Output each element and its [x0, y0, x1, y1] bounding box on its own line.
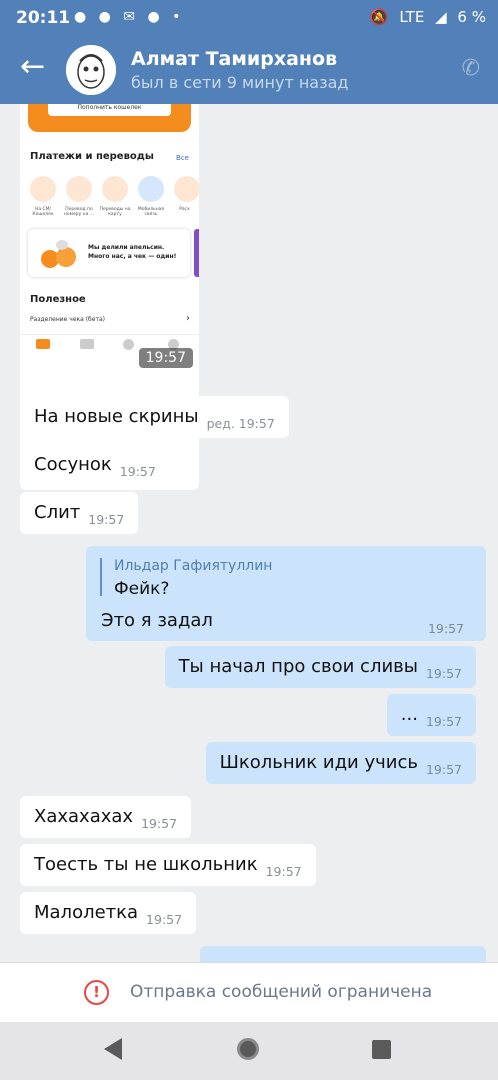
send-restricted-bar: ! Отправка сообщений ограничена — [0, 962, 498, 1022]
message-incoming[interactable]: Тоесть ты не школьник 19:57 — [20, 844, 316, 886]
home-tab-icon — [36, 339, 50, 349]
see-all-link: Все — [176, 154, 189, 162]
message-list[interactable]: Пополнить кошелек Платежи и переводы Все… — [0, 104, 498, 962]
message-incoming[interactable]: Сосунок 19:57 — [20, 444, 170, 486]
message-incoming[interactable]: Малолетка 19:57 — [20, 892, 197, 934]
message-text: Ты начал про свои сливы — [178, 656, 418, 677]
wallet-icon — [30, 176, 56, 202]
message-text: Это я задал — [101, 610, 213, 631]
message-time: 19:57 — [427, 621, 464, 636]
message-outgoing[interactable]: Ты начал про свои сливы 19:57 — [164, 646, 476, 688]
nav-home-icon[interactable] — [237, 1038, 259, 1060]
message-time: 19:57 — [141, 816, 178, 831]
useful-row-label: Разделение чека (бета) — [30, 316, 105, 323]
back-arrow-icon[interactable]: ← — [20, 52, 45, 82]
item-label: На СМ/ Кошелек — [32, 207, 54, 217]
chat-header: ← Алмат Тамирханов ⌄ был в сети 9 минут … — [0, 36, 498, 104]
message-incoming[interactable]: Слит 19:57 — [20, 492, 139, 534]
warning-icon: ! — [84, 980, 109, 1005]
network-label: LTE — [399, 8, 425, 26]
last-seen: был в сети 9 минут назад — [131, 73, 349, 92]
message-time: ред. 19:57 — [206, 416, 275, 431]
promo-banner: Мы делили апельсин. Много нас, а чек — о… — [28, 229, 190, 277]
useful-row: Разделение чека (бета) › — [30, 313, 190, 324]
mobile-icon — [138, 176, 164, 202]
oranges-icon — [41, 240, 76, 268]
message-time: 19:57 — [265, 864, 302, 879]
topup-button: Пополнить кошелек — [48, 104, 171, 116]
meme-face-icon — [66, 45, 116, 95]
message-text: Малолетка — [34, 902, 139, 923]
payments-heading: Платежи и переводы — [30, 151, 154, 162]
message-time: 19:57 — [425, 762, 462, 777]
mute-icon: 🔕 — [369, 8, 389, 26]
item-label: Переводы на карту — [99, 207, 131, 217]
nav-recents-icon[interactable] — [372, 1040, 391, 1059]
status-time: 20:11 — [16, 8, 71, 28]
chevron-down-icon[interactable]: ⌄ — [312, 50, 325, 68]
message-time: 19:57 — [88, 512, 125, 527]
history-tab-icon — [123, 339, 134, 350]
message-incoming[interactable]: На новые скрины ред. 19:57 — [20, 396, 289, 438]
signal-icon: ◢ — [435, 8, 447, 26]
message-outgoing[interactable]: Школьник иди учись 19:57 — [205, 742, 476, 784]
quote-author: Ильдар Гафиятуллин — [114, 558, 273, 574]
message-text: Сосунок — [34, 454, 112, 475]
chevron-right-icon: › — [186, 313, 190, 324]
message-outgoing[interactable]: ... 19:57 — [386, 694, 476, 736]
useful-heading: Полезное — [30, 294, 86, 305]
banner-text: Мы делили апельсин. Много нас, а чек — о… — [88, 244, 177, 260]
quote-text: Фейк? — [114, 579, 170, 599]
message-outgoing-reply[interactable]: Ильдар Гафиятуллин Фейк? Это я задал 19:… — [86, 546, 486, 641]
restriction-text: Отправка сообщений ограничена — [130, 982, 433, 1002]
status-right: 🔕 LTE ◢ 6 % — [364, 8, 486, 26]
item-label: Расх — [179, 207, 190, 212]
message-text: ... — [400, 704, 418, 725]
notification-icons: ● ● ✉ ● • — [74, 9, 185, 25]
message-outgoing-partial[interactable] — [200, 946, 486, 962]
quote-bar — [100, 558, 102, 596]
system-nav-bar — [0, 1022, 498, 1080]
card-icon — [102, 176, 128, 202]
phone-icon[interactable]: ✆ — [462, 56, 480, 81]
message-text: Тоесть ты не школьник — [34, 854, 258, 875]
message-time: 19:57 — [425, 714, 462, 729]
message-text: Слит — [34, 502, 81, 523]
item-label: Мобильная связь — [137, 207, 165, 217]
battery-level: 6 % — [457, 8, 486, 26]
cards-tab-icon — [80, 339, 94, 349]
tag-icon — [66, 176, 92, 202]
message-time: 19:57 — [119, 464, 156, 479]
item-label: Перевод по номеру на ... — [63, 207, 95, 217]
message-time: 19:57 — [146, 912, 183, 927]
contact-name[interactable]: Алмат Тамирханов — [131, 48, 337, 70]
message-incoming[interactable]: Хахахахах 19:57 — [20, 796, 192, 838]
message-text: Хахахахах — [34, 806, 134, 827]
more-icon — [174, 176, 199, 202]
message-text: Школьник иди учись — [219, 752, 418, 773]
wallet-card: Пополнить кошелек — [28, 104, 191, 132]
avatar[interactable] — [66, 45, 116, 95]
nav-back-icon[interactable] — [104, 1038, 122, 1060]
image-time: 19:57 — [138, 348, 193, 368]
status-bar: 20:11 ● ● ✉ ● • 🔕 LTE ◢ 6 % — [0, 0, 498, 36]
next-banner-edge — [194, 229, 199, 277]
message-text: На новые скрины — [34, 406, 199, 427]
message-time: 19:57 — [425, 666, 462, 681]
